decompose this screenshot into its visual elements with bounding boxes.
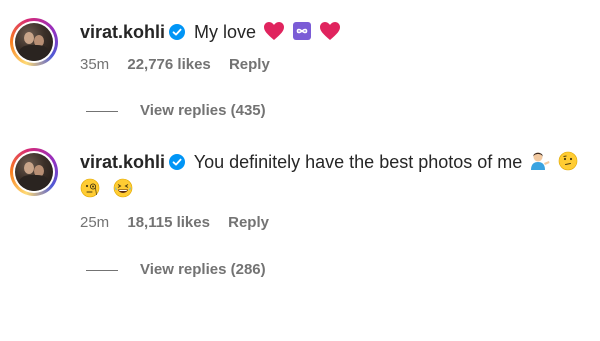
avatar-ring-inner xyxy=(13,21,55,63)
view-replies-label: View replies (286) xyxy=(140,261,266,278)
avatar[interactable] xyxy=(10,18,58,66)
reply-button[interactable]: Reply xyxy=(228,214,269,231)
replies-divider-line xyxy=(86,269,118,271)
username[interactable]: virat.kohli xyxy=(80,22,165,42)
avatar-ring-inner xyxy=(13,151,55,193)
view-replies-button[interactable]: View replies (435) xyxy=(86,102,266,119)
username[interactable]: virat.kohli xyxy=(80,152,165,172)
verified-badge-icon xyxy=(169,22,186,40)
avatar[interactable] xyxy=(10,148,58,196)
infinity-icon xyxy=(292,21,312,47)
avatar-face xyxy=(24,162,34,174)
grinning-squinting-face-icon xyxy=(113,178,133,204)
avatar-face xyxy=(24,32,34,44)
comment-message: You definitely have the best photos of m… xyxy=(193,152,523,172)
comment-text-block: virat.kohli You definitely have the best… xyxy=(80,150,590,204)
person-tipping-hand-icon xyxy=(529,151,551,177)
replies-divider-line xyxy=(86,110,118,112)
comment-timestamp: 35m xyxy=(80,56,110,73)
avatar-body xyxy=(19,175,49,191)
comment-timestamp: 25m xyxy=(80,214,110,231)
comment-message: My love xyxy=(194,22,257,42)
comment-text-block: virat.kohli My love xyxy=(80,20,590,47)
thinking-face-icon xyxy=(558,151,578,177)
red-heart-icon xyxy=(319,21,341,47)
red-heart-icon xyxy=(263,21,285,47)
avatar-body xyxy=(19,45,49,61)
reply-button[interactable]: Reply xyxy=(229,56,270,73)
comment-meta: 25m 18,115 likes Reply xyxy=(80,214,283,231)
avatar-photo xyxy=(15,153,53,191)
avatar-photo xyxy=(15,23,53,61)
face-with-monocle-icon xyxy=(80,178,100,204)
view-replies-button[interactable]: View replies (286) xyxy=(86,261,266,278)
view-replies-label: View replies (435) xyxy=(140,102,266,119)
comment-meta: 35m 22,776 likes Reply xyxy=(80,56,284,73)
likes-count[interactable]: 18,115 likes xyxy=(127,214,210,231)
verified-badge-icon xyxy=(169,152,186,170)
likes-count[interactable]: 22,776 likes xyxy=(127,56,210,73)
